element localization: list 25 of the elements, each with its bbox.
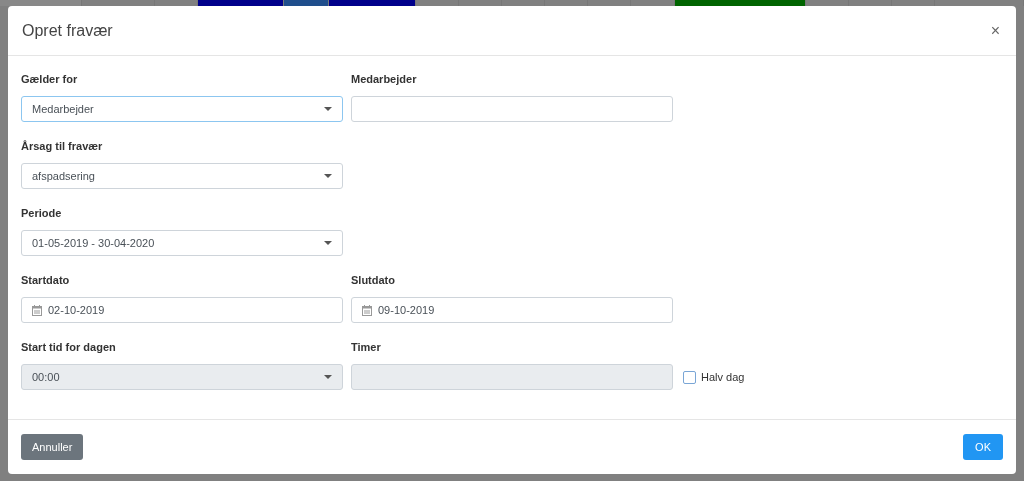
checkbox-label: Halv dag — [701, 371, 745, 383]
calendar-icon — [362, 304, 372, 316]
select-field[interactable]: afspadsering — [21, 163, 343, 189]
date-field[interactable]: 09-10-2019 — [351, 297, 673, 323]
field-label: Slutdato — [351, 273, 396, 288]
field-label: Start tid for dagen — [21, 340, 117, 355]
field-label: Periode — [21, 206, 63, 221]
dialog-title: Opret fravær — [22, 21, 113, 40]
select-field[interactable]: 01-05-2019 - 30-04-2020 — [21, 230, 343, 256]
close-button[interactable]: × — [988, 21, 1002, 40]
field-label: Gælder for — [21, 72, 79, 87]
field-label: Timer — [351, 340, 382, 355]
field-label: Startdato — [21, 273, 71, 288]
select-field[interactable]: Medarbejder — [21, 96, 343, 122]
calendar-icon — [32, 304, 42, 316]
field-label: Medarbejder — [351, 72, 418, 87]
date-field[interactable]: 02-10-2019 — [21, 297, 343, 323]
caret-icon — [324, 241, 332, 245]
caret-icon — [324, 375, 332, 379]
cancel-button[interactable]: Annuller — [21, 434, 84, 460]
caret-icon — [324, 107, 332, 111]
checkbox[interactable] — [683, 370, 696, 384]
caret-icon — [324, 174, 332, 178]
text-field[interactable] — [351, 96, 673, 122]
field-label: Årsag til fravær — [21, 139, 104, 154]
